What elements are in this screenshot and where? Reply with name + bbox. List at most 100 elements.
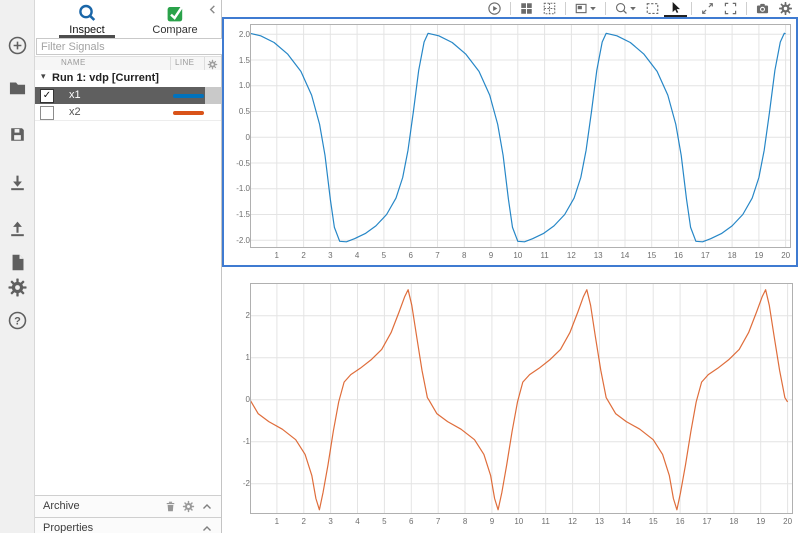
properties-label: Properties (43, 522, 94, 533)
import-button[interactable] (0, 164, 34, 200)
y-tick-label: 0 (245, 395, 250, 405)
layout-grid-button[interactable] (515, 0, 538, 17)
x-tick-label: 2 (301, 517, 306, 526)
x-tick-label: 4 (355, 517, 360, 526)
left-icon-toolbar: ? (0, 0, 35, 533)
y-tick-label: 0.5 (238, 107, 250, 117)
x-tick-label: 13 (593, 251, 603, 260)
plot-settings-button[interactable] (774, 0, 797, 17)
line-style-swatch (173, 94, 204, 98)
x-tick-label: 2 (301, 251, 306, 260)
archive-section-bar[interactable]: Archive (35, 495, 221, 518)
x-tick-label: 19 (756, 517, 766, 526)
y-tick-label: 0 (245, 132, 250, 142)
filter-signals-input[interactable] (36, 38, 229, 55)
archive-gear-icon[interactable] (182, 500, 195, 518)
preferences-button[interactable] (0, 269, 34, 305)
subplot-x2[interactable]: 2 1 0 -1 -2 1 2 3 4 5 6 7 8 9 10 11 12 13 14 15 16 17 18 19 20 (222, 277, 798, 533)
x-tick-label: 13 (595, 517, 604, 526)
x-tick-label: 14 (621, 517, 631, 526)
pan-button[interactable] (696, 0, 719, 17)
x-tick-label: 11 (540, 251, 549, 260)
x-tick-label: 7 (435, 251, 440, 260)
select-cursor-button[interactable] (664, 0, 687, 17)
toolbar-separator (691, 2, 692, 15)
arrow-down-icon (10, 175, 24, 190)
arrow-up-icon (10, 221, 24, 236)
signal-table-header: NAME LINE (35, 56, 221, 71)
toolbar-separator (746, 2, 747, 15)
tab-compare[interactable]: Compare (131, 0, 219, 38)
open-button[interactable] (0, 69, 34, 105)
x-tick-label: 12 (568, 517, 578, 526)
export-button[interactable] (0, 210, 34, 246)
layout-custom-icon (543, 2, 556, 15)
run-group-row[interactable]: ▾ Run 1: vdp [Current] (35, 70, 221, 86)
x-tick-label: 4 (354, 251, 360, 260)
subplot-x1[interactable]: 2.0 1.5 1.0 0.5 0 -0.5 -1.0 -1.5 -2.0 1 2 3 4 5 6 7 8 9 10… (222, 17, 798, 267)
help-button[interactable]: ? (0, 302, 34, 338)
x-tick-label: 15 (648, 517, 658, 526)
x-tick-label: 3 (328, 251, 333, 260)
axes-canvas (250, 283, 793, 514)
x-tick-label: 16 (674, 251, 683, 260)
properties-collapse-chevron-up-icon[interactable] (201, 522, 213, 533)
fullscreen-button[interactable] (719, 0, 742, 17)
x-tick-label: 5 (382, 517, 387, 526)
trash-icon[interactable] (164, 500, 177, 518)
save-button[interactable] (0, 116, 34, 152)
signal-checkbox-x2[interactable] (40, 106, 54, 120)
collapse-panel-chevron-left-icon[interactable] (207, 2, 218, 20)
gear-icon (779, 2, 792, 15)
fit-to-view-button[interactable] (641, 0, 664, 17)
x-tick-label: 9 (488, 251, 494, 260)
x-tick-label: 18 (727, 251, 737, 260)
x-tick-label: 1 (274, 517, 280, 526)
x-tick-label: 8 (462, 251, 467, 260)
signal-row-x1[interactable]: ✓ x1 (35, 87, 221, 104)
x-tick-label: 12 (566, 251, 576, 260)
folder-icon (9, 81, 25, 94)
y-tick-label: -2 (242, 479, 250, 489)
x-tick-label: 10 (513, 251, 523, 260)
x-tick-label: 20 (781, 251, 791, 260)
axes-canvas (250, 24, 791, 248)
snapshot-button[interactable] (751, 0, 774, 17)
y-tick-label: -1 (242, 437, 250, 447)
column-name-label: NAME (61, 58, 86, 67)
x-tick-label: 20 (783, 517, 793, 526)
fullscreen-icon (724, 2, 737, 15)
question-circle-icon: ? (8, 311, 26, 329)
x-tick-label: 17 (702, 517, 712, 526)
layout-custom-button[interactable] (538, 0, 561, 17)
signal-row-x2[interactable]: x2 (35, 104, 221, 121)
new-button[interactable] (0, 27, 34, 63)
properties-section-bar[interactable]: Properties (35, 517, 221, 533)
pan-arrows-icon (702, 3, 713, 14)
signal-browser-panel: Inspect Compare NAME LINE ▾ Run 1: vdp [… (35, 0, 229, 533)
group-expand-triangle-icon[interactable]: ▾ (41, 71, 46, 82)
x-tick-label: 6 (409, 517, 414, 526)
play-button[interactable] (483, 0, 506, 17)
y-tick-label: -0.5 (236, 158, 250, 168)
display-options-button[interactable] (570, 0, 601, 17)
line-style-swatch (173, 111, 204, 115)
zoom-menu-button[interactable] (610, 0, 641, 17)
cursor-icon (672, 1, 680, 14)
tab-inspect[interactable]: Inspect (43, 0, 131, 38)
x-tick-label: 18 (729, 517, 739, 526)
play-icon (488, 2, 501, 15)
y-tick-label: -2.0 (236, 235, 250, 245)
layout-grid-icon (521, 3, 532, 14)
archive-collapse-chevron-up-icon[interactable] (201, 500, 213, 518)
x-tick-label: 5 (381, 251, 387, 260)
y-tick-label: 1.5 (238, 55, 250, 65)
signal-checkbox-x1[interactable]: ✓ (40, 89, 54, 103)
x-tick-label: 8 (462, 517, 468, 526)
magnifier-icon (43, 3, 131, 23)
x-tick-label: 17 (700, 251, 710, 260)
toolbar-separator (605, 2, 606, 15)
gear-icon (7, 277, 27, 297)
y-tick-label: 1.0 (238, 81, 250, 91)
dropdown-caret-icon (590, 7, 596, 11)
